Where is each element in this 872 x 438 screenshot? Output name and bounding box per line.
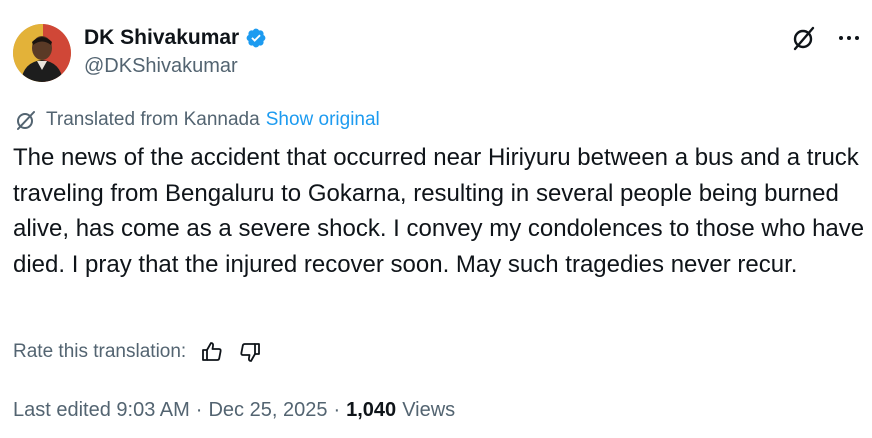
author-header: DK Shivakumar @DKShivakumar <box>84 24 267 78</box>
display-name[interactable]: DK Shivakumar <box>84 26 239 50</box>
more-options-icon[interactable] <box>836 25 862 51</box>
tweet-text: The news of the accident that occurred n… <box>13 144 865 278</box>
tweet-meta: Last edited 9:03 AM · Dec 25, 2025 · 1,0… <box>13 399 455 422</box>
views-count[interactable]: 1,040 <box>346 399 396 422</box>
avatar[interactable] <box>13 24 71 82</box>
separator: · <box>333 399 341 421</box>
thumbs-down-icon[interactable] <box>238 340 262 364</box>
views-label[interactable]: Views <box>402 399 455 422</box>
verified-badge-icon <box>245 27 267 49</box>
show-original-link[interactable]: Show original <box>266 109 380 131</box>
rate-translation-row: Rate this translation: <box>13 340 262 364</box>
rate-translation-label: Rate this translation: <box>13 341 187 362</box>
top-actions <box>790 24 862 52</box>
grok-icon[interactable] <box>790 24 818 52</box>
handle[interactable]: @DKShivakumar <box>84 55 267 78</box>
avatar-image <box>13 24 71 82</box>
name-row: DK Shivakumar <box>84 24 267 52</box>
thumbs-up-icon[interactable] <box>200 340 224 364</box>
translate-icon <box>14 108 38 132</box>
edited-time-link[interactable]: Last edited 9:03 AM <box>13 399 190 422</box>
translated-from-label: Translated from Kannada <box>46 109 260 130</box>
tweet-date-link[interactable]: Dec 25, 2025 <box>208 399 327 422</box>
translation-row: Translated from Kannada Show original <box>14 108 380 132</box>
separator: · <box>195 399 203 421</box>
